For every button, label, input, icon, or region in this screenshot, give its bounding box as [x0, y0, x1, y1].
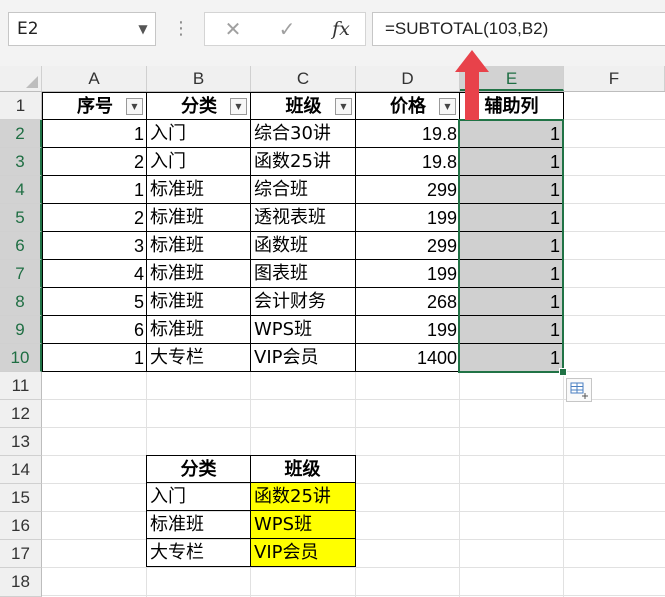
- lookup-cell-class[interactable]: WPS班: [250, 511, 356, 539]
- formula-bar-area: E2 ▼ ⋮ ✕ ✓ fx =SUBTOTAL(103,B2): [0, 0, 665, 66]
- cell-seq[interactable]: 1: [42, 176, 147, 204]
- cell-seq[interactable]: 1: [42, 120, 147, 148]
- resize-dots-icon[interactable]: ⋮: [172, 14, 190, 44]
- enter-icon[interactable]: ✓: [267, 13, 307, 45]
- cell-category[interactable]: 标准班: [146, 316, 251, 344]
- column-headers: A B C D E F: [0, 66, 665, 92]
- fill-handle[interactable]: [559, 368, 567, 376]
- cell-class[interactable]: 透视表班: [250, 204, 356, 232]
- row-header-14[interactable]: 14: [0, 456, 42, 484]
- name-box[interactable]: E2 ▼: [8, 12, 156, 46]
- cell-seq[interactable]: 3: [42, 232, 147, 260]
- cancel-icon[interactable]: ✕: [213, 13, 253, 45]
- worksheet-grid[interactable]: 序号 ▼ 分类 ▼ 班级 ▼ 价格 ▼ 辅助列 1 入门 综合30讲 19.8 1 2 入门 函数25讲 19.8…: [42, 92, 665, 597]
- filter-dropdown-icon[interactable]: ▼: [335, 98, 352, 115]
- cell-price[interactable]: 299: [355, 176, 460, 204]
- filter-dropdown-icon[interactable]: ▼: [439, 98, 456, 115]
- cell-seq[interactable]: 6: [42, 316, 147, 344]
- cell-category[interactable]: 标准班: [146, 204, 251, 232]
- column-header-a[interactable]: A: [42, 66, 147, 91]
- row-header-5[interactable]: 5: [0, 204, 42, 232]
- row-header-6[interactable]: 6: [0, 232, 42, 260]
- cell-category[interactable]: 标准班: [146, 288, 251, 316]
- column-header-f[interactable]: F: [564, 66, 665, 91]
- cell-seq[interactable]: 2: [42, 148, 147, 176]
- row-header-8[interactable]: 8: [0, 288, 42, 316]
- column-header-c[interactable]: C: [251, 66, 356, 91]
- row-header-17[interactable]: 17: [0, 540, 42, 568]
- cell-price[interactable]: 268: [355, 288, 460, 316]
- row-header-7[interactable]: 7: [0, 260, 42, 288]
- row-header-11[interactable]: 11: [0, 372, 42, 400]
- formula-input[interactable]: =SUBTOTAL(103,B2): [372, 12, 665, 46]
- cell-class[interactable]: 综合班: [250, 176, 356, 204]
- column-header-b[interactable]: B: [147, 66, 251, 91]
- cell-class[interactable]: VIP会员: [250, 344, 356, 372]
- row-header-13[interactable]: 13: [0, 428, 42, 456]
- cell-category[interactable]: 标准班: [146, 260, 251, 288]
- lookup-header-category[interactable]: 分类: [146, 455, 251, 483]
- row-header-2[interactable]: 2: [0, 120, 42, 148]
- cell-class[interactable]: WPS班: [250, 316, 356, 344]
- row-header-10[interactable]: 10: [0, 344, 42, 372]
- cell-price[interactable]: 199: [355, 204, 460, 232]
- formula-buttons: ✕ ✓ fx: [204, 12, 366, 46]
- lookup-header-class[interactable]: 班级: [250, 455, 356, 483]
- row-header-1[interactable]: 1: [0, 92, 42, 120]
- cell-price[interactable]: 1400: [355, 344, 460, 372]
- lookup-cell-class[interactable]: 函数25讲: [250, 483, 356, 511]
- cell-seq[interactable]: 4: [42, 260, 147, 288]
- cell-seq[interactable]: 1: [42, 344, 147, 372]
- cell-seq[interactable]: 2: [42, 204, 147, 232]
- row-header-16[interactable]: 16: [0, 512, 42, 540]
- cell-category[interactable]: 大专栏: [146, 344, 251, 372]
- cell-class[interactable]: 图表班: [250, 260, 356, 288]
- name-box-value: E2: [17, 19, 39, 39]
- filter-dropdown-icon[interactable]: ▼: [230, 98, 247, 115]
- selection-outline: [458, 119, 564, 373]
- lookup-cell-category[interactable]: 入门: [146, 483, 251, 511]
- cell-class[interactable]: 综合30讲: [250, 120, 356, 148]
- cell-category[interactable]: 入门: [146, 120, 251, 148]
- quick-analysis-icon[interactable]: [566, 378, 592, 402]
- cell-price[interactable]: 199: [355, 260, 460, 288]
- cell-seq[interactable]: 5: [42, 288, 147, 316]
- cell-price[interactable]: 19.8: [355, 148, 460, 176]
- cell-class[interactable]: 函数班: [250, 232, 356, 260]
- chevron-down-icon[interactable]: ▼: [135, 13, 151, 45]
- lookup-cell-category[interactable]: 大专栏: [146, 539, 251, 567]
- cell-category[interactable]: 入门: [146, 148, 251, 176]
- row-header-3[interactable]: 3: [0, 148, 42, 176]
- cell-class[interactable]: 会计财务: [250, 288, 356, 316]
- insert-function-icon[interactable]: fx: [321, 13, 361, 45]
- cell-category[interactable]: 标准班: [146, 176, 251, 204]
- cell-price[interactable]: 19.8: [355, 120, 460, 148]
- row-header-4[interactable]: 4: [0, 176, 42, 204]
- row-header-12[interactable]: 12: [0, 400, 42, 428]
- cell-price[interactable]: 199: [355, 316, 460, 344]
- lookup-cell-category[interactable]: 标准班: [146, 511, 251, 539]
- select-all-corner[interactable]: [0, 66, 42, 91]
- red-up-arrow-icon: [455, 50, 489, 120]
- row-header-15[interactable]: 15: [0, 484, 42, 512]
- filter-dropdown-icon[interactable]: ▼: [126, 98, 143, 115]
- row-header-9[interactable]: 9: [0, 316, 42, 344]
- lookup-cell-class[interactable]: VIP会员: [250, 539, 356, 567]
- cell-category[interactable]: 标准班: [146, 232, 251, 260]
- row-header-18[interactable]: 18: [0, 568, 42, 597]
- cell-price[interactable]: 299: [355, 232, 460, 260]
- column-header-d[interactable]: D: [356, 66, 460, 91]
- cell-class[interactable]: 函数25讲: [250, 148, 356, 176]
